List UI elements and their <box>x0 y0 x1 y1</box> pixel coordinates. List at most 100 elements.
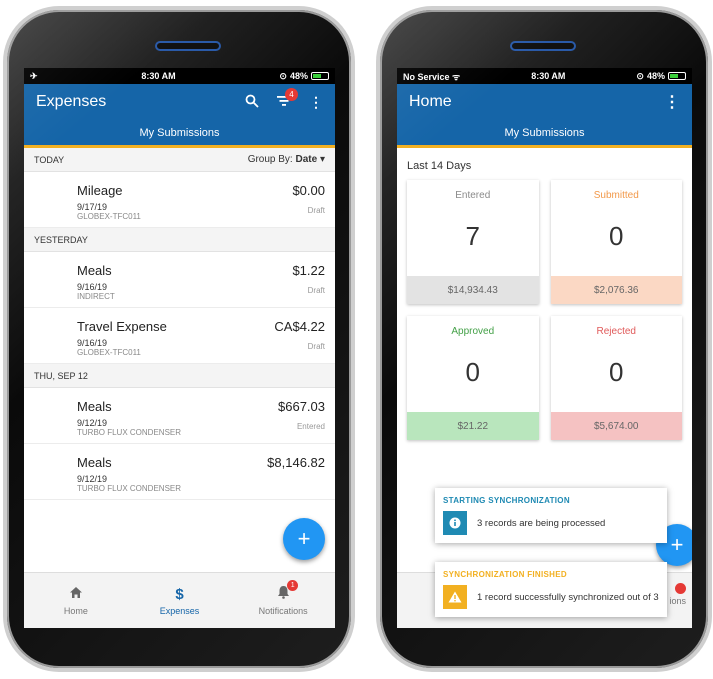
wifi-icon: ᯤ <box>452 71 461 82</box>
nav-label: Notifications <box>258 606 308 616</box>
status-time: 8:30 AM <box>531 71 566 81</box>
tab-my-submissions[interactable]: My Submissions <box>24 120 335 148</box>
group-by-value: Date <box>295 154 318 165</box>
filter-button[interactable]: 4 <box>277 88 298 110</box>
card-rejected[interactable]: Rejected 0 $5,674.00 <box>550 316 682 440</box>
expense-name: Meals <box>77 263 112 278</box>
app-bar: Home ⋮ <box>397 84 692 120</box>
list-item[interactable]: Mileage $0.00 9/17/19 GLOBEX-TFC011 Draf… <box>24 172 335 228</box>
status-time: 8:30 AM <box>141 71 176 81</box>
nav-label: Expenses <box>159 605 200 616</box>
more-options-icon[interactable]: ⋮ <box>664 92 680 112</box>
phone-expenses: ✈ 8:30 AM ⊙ 48% Expenses 4 ⋮ My Submissi… <box>7 10 351 668</box>
group-by-dropdown[interactable]: Group By: Date ▾ <box>248 154 325 165</box>
expense-amount: $667.03 <box>278 399 325 414</box>
expense-date: 9/16/19 <box>77 338 108 348</box>
toast-title: SYNCHRONIZATION FINISHED <box>443 570 567 579</box>
app-bar: Expenses 4 ⋮ <box>24 84 335 120</box>
expense-name: Travel Expense <box>77 319 167 334</box>
expense-status: Draft <box>307 286 325 295</box>
nav-label: Home <box>63 605 88 616</box>
filter-count-badge: 4 <box>285 88 298 101</box>
phone-home: No Service ᯤ 8:30 AM ⊙ 48% Home ⋮ My Sub… <box>380 10 708 668</box>
expense-date: 9/12/19 <box>77 418 108 428</box>
section-title: THU, SEP 12 <box>34 370 88 381</box>
list-item[interactable]: Meals $8,146.82 9/12/19 TURBO FLUX CONDE… <box>24 444 335 500</box>
more-options-icon[interactable]: ⋮ <box>309 94 323 111</box>
toast-message: 3 records are being processed <box>477 517 606 529</box>
toast-title: STARTING SYNCHRONIZATION <box>443 496 570 505</box>
tab-my-submissions[interactable]: My Submissions <box>397 120 692 148</box>
date-range-label: Last 14 Days <box>407 160 472 172</box>
battery-percent: 48% <box>646 71 665 81</box>
section-title: YESTERDAY <box>34 234 88 245</box>
card-label: Entered <box>455 190 491 201</box>
info-icon <box>443 511 467 535</box>
card-total: $5,674.00 <box>550 412 682 440</box>
phone-speaker <box>155 41 221 51</box>
card-label: Approved <box>451 326 495 337</box>
nav-label: ions <box>669 595 686 606</box>
list-item[interactable]: Meals $667.03 9/12/19 TURBO FLUX CONDENS… <box>24 388 335 444</box>
nav-item-notifications[interactable]: 1 Notifications <box>231 573 335 628</box>
expense-project: GLOBEX-TFC011 <box>77 348 141 357</box>
card-count: 0 <box>609 221 624 251</box>
section-header-today: TODAY Group By: Date ▾ <box>24 148 335 172</box>
list-item[interactable]: Travel Expense CA$4.22 9/16/19 GLOBEX-TF… <box>24 308 335 364</box>
summary-cards: Entered 7 $14,934.43 Submitted 0 $2,076.… <box>397 180 692 440</box>
expense-status: Draft <box>307 342 325 351</box>
app-bar-actions: 4 ⋮ <box>245 88 323 111</box>
section-header-thu-sep-12: THU, SEP 12 <box>24 364 335 388</box>
battery-percent: 48% <box>289 71 308 81</box>
expense-project: TURBO FLUX CONDENSER <box>77 428 182 437</box>
expense-amount: $8,146.82 <box>267 455 325 470</box>
home-screen: No Service ᯤ 8:30 AM ⊙ 48% Home ⋮ My Sub… <box>397 68 692 628</box>
card-approved[interactable]: Approved 0 $21.22 <box>407 316 539 440</box>
section-title: TODAY <box>34 154 65 165</box>
notification-badge: 1 <box>287 580 299 591</box>
battery-icon <box>667 72 686 80</box>
alarm-icon: ⊙ <box>279 70 287 81</box>
page-title: Expenses <box>36 93 107 110</box>
expense-project: INDIRECT <box>77 292 115 301</box>
nav-item-home[interactable]: Home <box>24 573 128 628</box>
phone-speaker <box>510 41 576 51</box>
expense-date: 9/16/19 <box>77 282 108 292</box>
card-submitted[interactable]: Submitted 0 $2,076.36 <box>550 180 682 304</box>
status-bar: No Service ᯤ 8:30 AM ⊙ 48% <box>397 68 692 84</box>
battery-icon <box>310 72 329 80</box>
toast-message: 1 record successfully synchronized out o… <box>477 591 659 603</box>
expenses-screen: ✈ 8:30 AM ⊙ 48% Expenses 4 ⋮ My Submissi… <box>24 68 335 628</box>
card-total: $14,934.43 <box>407 276 539 304</box>
expense-date: 9/12/19 <box>77 474 108 484</box>
expense-name: Mileage <box>77 183 123 198</box>
toast-body: 3 records are being processed <box>443 511 659 535</box>
status-right: ⊙ 48% <box>636 71 686 82</box>
card-label: Rejected <box>596 326 636 337</box>
card-count: 7 <box>465 221 480 251</box>
expense-project: GLOBEX-TFC011 <box>77 212 141 221</box>
nav-item-expenses[interactable]: $ Expenses <box>128 573 232 628</box>
airplane-mode-icon: ✈ <box>30 70 38 81</box>
expense-amount: $1.22 <box>292 263 325 278</box>
expense-project: TURBO FLUX CONDENSER <box>77 484 182 493</box>
expense-status: Draft <box>307 206 325 215</box>
bottom-nav: Home $ Expenses 1 Notifications <box>24 572 335 628</box>
card-count: 0 <box>609 357 624 387</box>
section-header-yesterday: YESTERDAY <box>24 228 335 252</box>
card-entered[interactable]: Entered 7 $14,934.43 <box>407 180 539 304</box>
dollar-icon: $ <box>175 585 184 603</box>
card-count: 0 <box>465 357 480 387</box>
status-bar: ✈ 8:30 AM ⊙ 48% <box>24 68 335 84</box>
alarm-icon: ⊙ <box>636 70 644 81</box>
list-item[interactable]: Meals $1.22 9/16/19 INDIRECT Draft <box>24 252 335 308</box>
expense-name: Meals <box>77 399 112 414</box>
home-icon <box>69 586 83 603</box>
card-total: $21.22 <box>407 412 539 440</box>
expense-amount: CA$4.22 <box>274 319 325 334</box>
search-icon[interactable] <box>245 94 259 111</box>
add-expense-button[interactable]: + <box>283 518 325 560</box>
toast-sync-finished: SYNCHRONIZATION FINISHED 1 record succes… <box>435 562 667 617</box>
page-title: Home <box>409 93 452 110</box>
toast-sync-started: STARTING SYNCHRONIZATION 3 records are b… <box>435 488 667 543</box>
